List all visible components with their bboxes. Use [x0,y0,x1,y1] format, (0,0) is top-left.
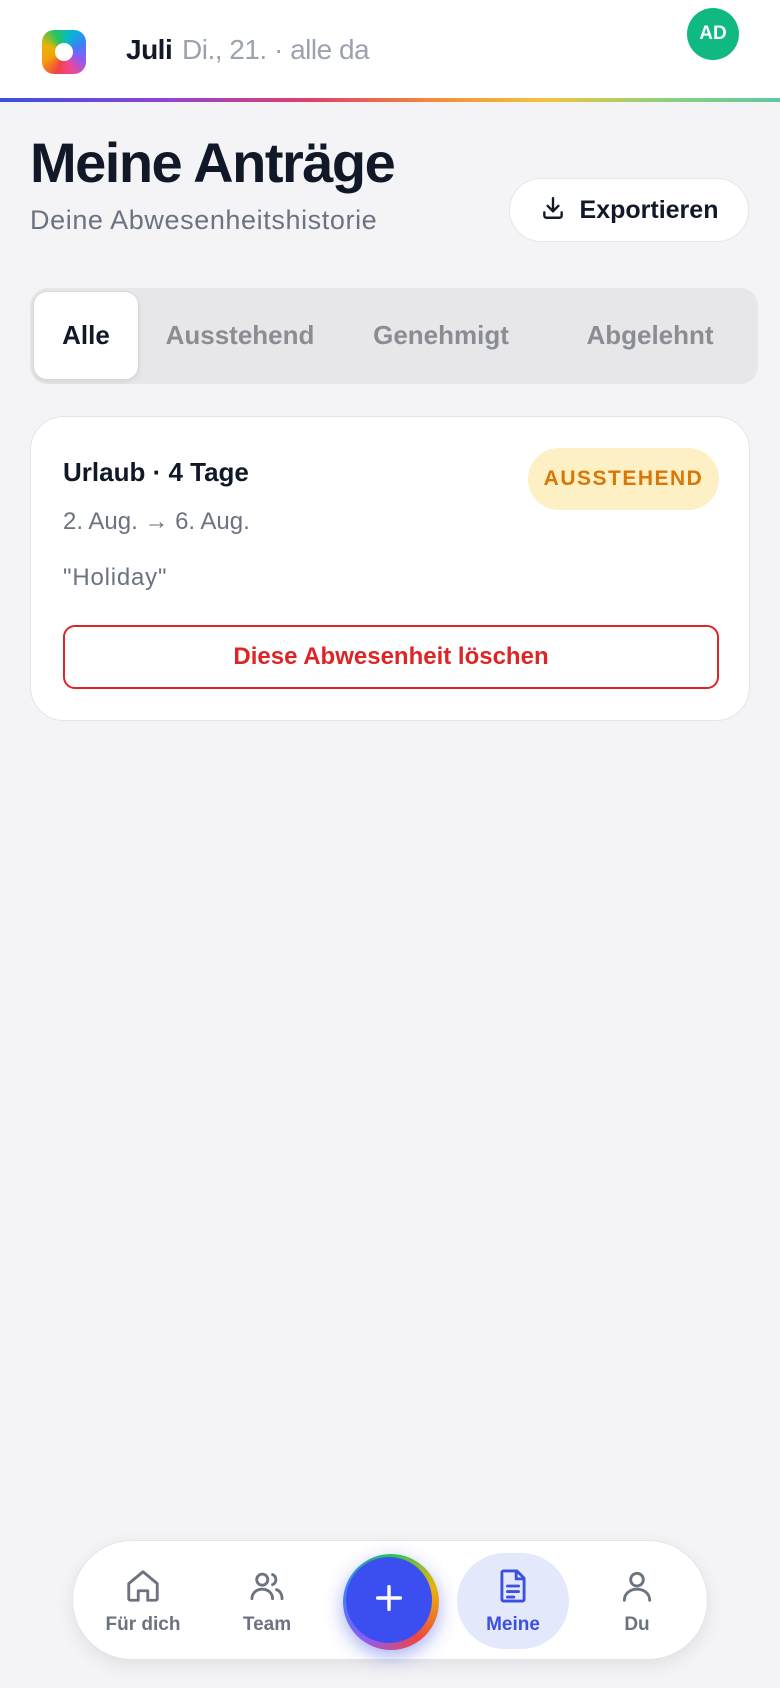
download-icon [540,195,566,226]
status-badge: AUSSTEHEND [528,448,719,510]
request-dates: 2. Aug. → 6. Aug. [63,508,250,535]
avatar[interactable]: AD [687,8,739,60]
nav-label-fuer-dich: Für dich [105,1613,181,1635]
tab-genehmigt[interactable]: Genehmigt [352,291,530,380]
nav-label-du: Du [624,1613,650,1635]
tab-ausstehend[interactable]: Ausstehend [150,291,330,380]
request-card: Urlaub · 4 Tage 2. Aug. → 6. Aug. "Holid… [30,416,750,721]
document-icon [494,1567,532,1610]
export-label: Exportieren [579,195,719,224]
page-subtitle: Deine Abwesenheitshistorie [30,205,378,235]
nav-label-team: Team [242,1613,292,1635]
nav-item-meine[interactable]: Meine [457,1553,569,1649]
home-icon [124,1567,162,1610]
users-icon [248,1567,286,1610]
nav-label-meine: Meine [486,1613,540,1635]
add-request-button-inner [346,1557,432,1643]
request-note: "Holiday" [63,564,168,591]
bottom-navigation: Für dich Team Meine Du [72,1540,708,1660]
nav-item-team[interactable]: Team [211,1553,323,1649]
app-logo[interactable] [42,30,86,74]
header-gradient-divider [0,98,780,102]
delete-absence-button[interactable]: Diese Abwesenheit löschen [63,625,719,689]
add-request-button[interactable] [343,1554,439,1650]
page-title: Meine Anträge [30,131,396,194]
header-date-status: Di., 21. · alle da [182,34,370,65]
tab-abgelehnt[interactable]: Abgelehnt [550,291,750,380]
export-button[interactable]: Exportieren [509,178,749,242]
nav-item-fuer-dich[interactable]: Für dich [87,1553,199,1649]
request-title: Urlaub · 4 Tage [63,457,249,487]
status-filter-tabs: Alle Ausstehend Genehmigt Abgelehnt [30,288,758,384]
user-icon [618,1567,656,1610]
top-header: Juli Di., 21. · alle da AD [0,0,780,101]
nav-item-du[interactable]: Du [581,1553,693,1649]
header-month: Juli [126,34,173,65]
plus-icon [372,1581,406,1620]
tab-alle[interactable]: Alle [33,291,139,380]
